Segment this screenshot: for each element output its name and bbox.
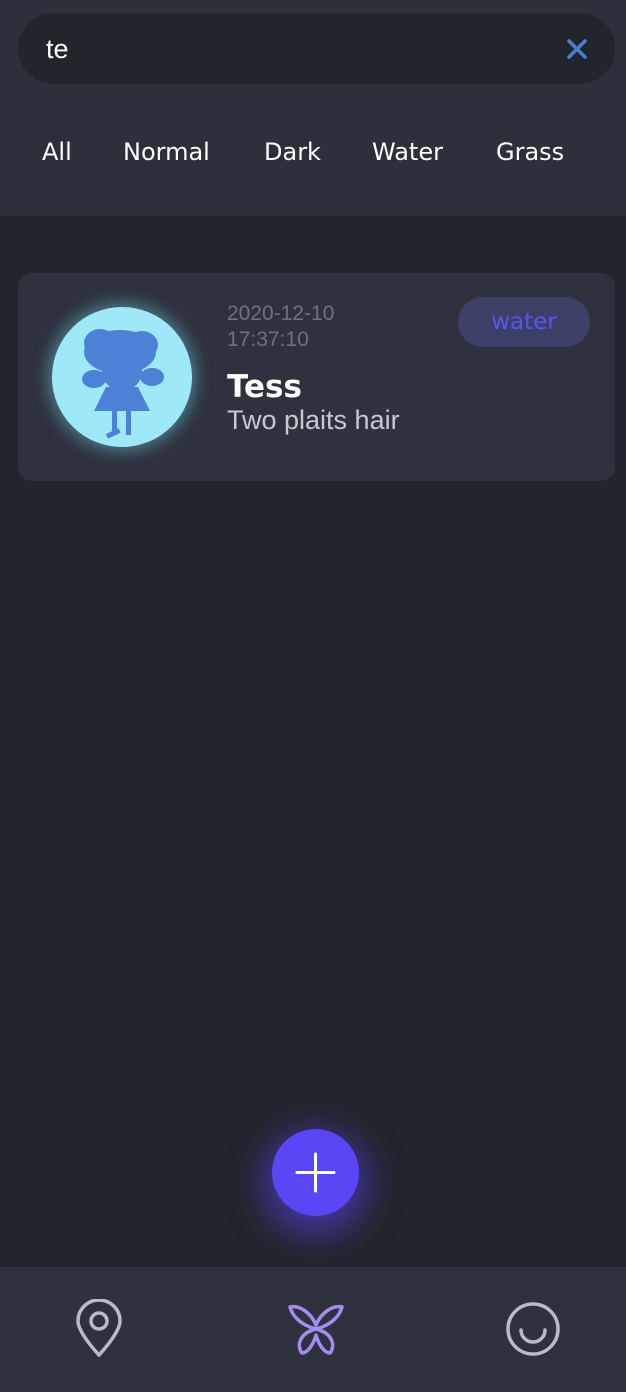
plus-icon bbox=[295, 1152, 336, 1193]
header: All Normal Dark Water Grass bbox=[0, 0, 626, 216]
nav-item-location[interactable] bbox=[69, 1298, 129, 1359]
search-bar bbox=[18, 13, 615, 84]
nav-item-profile[interactable] bbox=[503, 1299, 563, 1359]
character-description: Two plaits hair bbox=[227, 405, 400, 435]
result-card[interactable]: 2020-12-10 17:37:10 Tess Two plaits hair… bbox=[18, 273, 615, 481]
filter-normal[interactable]: Normal bbox=[123, 138, 210, 166]
timestamp: 2020-12-10 17:37:10 bbox=[227, 301, 427, 353]
filter-grass[interactable]: Grass bbox=[496, 138, 564, 166]
clear-search-button[interactable] bbox=[565, 37, 589, 61]
filter-dark[interactable]: Dark bbox=[264, 138, 321, 166]
filter-all[interactable]: All bbox=[42, 138, 72, 166]
nav-item-collection[interactable] bbox=[286, 1299, 346, 1359]
type-badge: water bbox=[458, 297, 590, 347]
character-silhouette-icon bbox=[82, 329, 164, 439]
bottom-nav bbox=[0, 1267, 626, 1392]
smile-icon bbox=[506, 1302, 560, 1356]
character-name: Tess bbox=[227, 369, 302, 405]
avatar bbox=[52, 307, 192, 447]
butterfly-icon bbox=[288, 1304, 344, 1355]
time-text: 17:37:10 bbox=[227, 328, 309, 351]
date-text: 2020-12-10 bbox=[227, 302, 335, 325]
filter-water[interactable]: Water bbox=[372, 138, 443, 166]
type-filter-tabs: All Normal Dark Water Grass bbox=[0, 138, 626, 186]
search-input[interactable] bbox=[46, 25, 546, 73]
location-pin-icon bbox=[76, 1298, 122, 1357]
add-button[interactable] bbox=[272, 1129, 359, 1216]
close-icon bbox=[567, 39, 587, 59]
